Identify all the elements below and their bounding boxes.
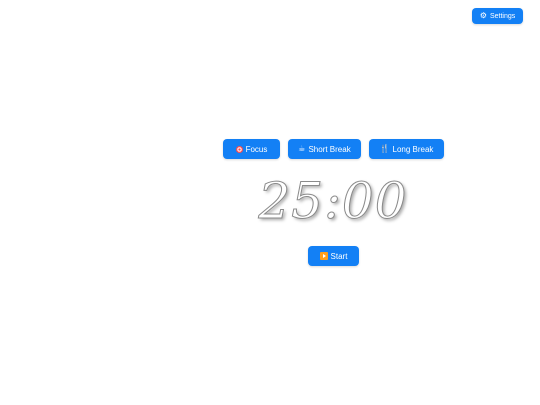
long-break-mode-button[interactable]: 🍴 Long Break [369, 139, 444, 159]
play-icon [319, 252, 328, 260]
start-label: Start [330, 251, 348, 261]
settings-label: Settings [489, 12, 516, 20]
target-icon [235, 145, 243, 153]
start-button[interactable]: Start [308, 246, 359, 266]
focus-label: Focus [245, 144, 268, 154]
timer-display: 25:00 [258, 172, 408, 231]
short-break-mode-button[interactable]: ☕ Short Break [288, 139, 361, 159]
settings-button[interactable]: ⚙ Settings [472, 8, 523, 24]
gear-icon: ⚙ [479, 11, 487, 20]
short-break-label: Short Break [308, 144, 351, 154]
focus-mode-button[interactable]: Focus [223, 139, 280, 159]
long-break-label: Long Break [392, 144, 434, 154]
fork-knife-icon: 🍴 [379, 144, 390, 153]
coffee-icon: ☕ [298, 144, 306, 153]
pomodoro-page: ⚙ Settings Focus ☕ Short Break 🍴 Long Br… [0, 0, 540, 405]
